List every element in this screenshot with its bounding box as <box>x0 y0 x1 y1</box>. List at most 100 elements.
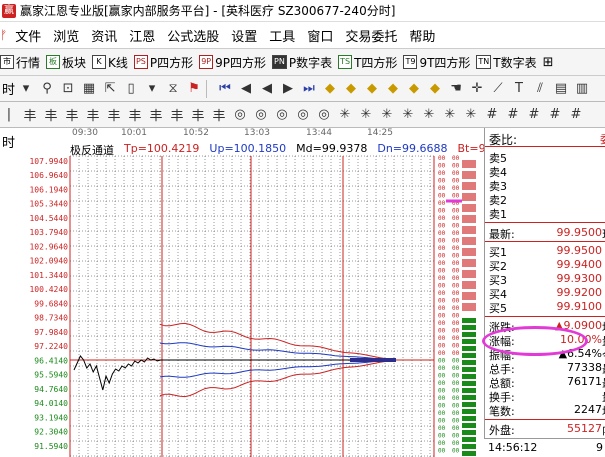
price-scale-label: 94.0140 <box>34 399 68 408</box>
percent-scale-label: 00 <box>438 208 446 215</box>
percent-scale-label: 00 <box>438 418 446 425</box>
weibi-tail: 委 <box>600 131 605 147</box>
9t-square-button[interactable]: T9 9T四方形 <box>403 54 470 71</box>
table-icon[interactable]: ▥ <box>573 79 591 99</box>
star-tool-icon[interactable]: ✳ <box>399 105 417 125</box>
gann-line-icon[interactable]: 丰 <box>126 105 144 125</box>
t-number-button[interactable]: TN T数字表 <box>476 54 537 71</box>
t-square-button[interactable]: TS T四方形 <box>338 54 397 71</box>
circle-tool-icon[interactable]: ◎ <box>252 105 270 125</box>
last-icon[interactable]: ⏭ <box>300 79 318 99</box>
price-scale-label: 95.5940 <box>34 371 68 380</box>
menu-window[interactable]: 窗口 <box>301 26 339 45</box>
star-tool-icon[interactable]: ✳ <box>357 105 375 125</box>
indicator-toolbar: | 丰 丰 丰 丰 丰 丰 丰 丰 丰 丰 ◎ ◎ ◎ ◎ ◎ ✳ ✳ ✳ ✳ … <box>0 102 605 128</box>
kline-button[interactable]: K K线 <box>92 54 128 71</box>
gann-line-icon[interactable]: 丰 <box>42 105 60 125</box>
hash-tool-icon[interactable]: # <box>546 105 564 125</box>
gann-line-icon[interactable]: 丰 <box>147 105 165 125</box>
volume-bar <box>462 346 476 351</box>
circle-tool-icon[interactable]: ◎ <box>273 105 291 125</box>
pointer-icon[interactable]: ⇱ <box>101 79 119 99</box>
menu-gann[interactable]: 江恩 <box>123 26 161 45</box>
menu-info[interactable]: 资讯 <box>85 26 123 45</box>
channel-line-1 <box>159 342 396 361</box>
diamond-icon[interactable]: ◆ <box>384 79 402 99</box>
star-tool-icon[interactable]: ✳ <box>462 105 480 125</box>
dropdown-arrow-icon[interactable]: ▾ <box>143 79 161 99</box>
price-line <box>73 355 161 391</box>
chart-zoom-icon[interactable]: ⊡ <box>59 79 77 99</box>
diamond-icon[interactable]: ◆ <box>321 79 339 99</box>
crosshair-icon[interactable]: ✛ <box>468 79 486 99</box>
gann-line-icon[interactable]: 丰 <box>210 105 228 125</box>
percent-scale-label: 00 <box>452 238 460 245</box>
time-label: 10:52 <box>183 128 209 138</box>
quotes-button[interactable]: 市 行情 <box>0 54 40 71</box>
star-tool-icon[interactable]: ✳ <box>336 105 354 125</box>
star-tool-icon[interactable]: ✳ <box>378 105 396 125</box>
sector-button[interactable]: 板 板块 <box>46 54 86 71</box>
diamond-icon[interactable]: ◆ <box>426 79 444 99</box>
hash-tool-icon[interactable]: # <box>567 105 585 125</box>
circle-tool-icon[interactable]: ◎ <box>315 105 333 125</box>
magnifier-icon[interactable]: ⚲ <box>38 79 56 99</box>
menu-formula[interactable]: 公式选股 <box>161 26 225 45</box>
price-scale-label: 106.1940 <box>29 185 68 194</box>
volume-bar <box>462 367 476 372</box>
toolbar-more-button[interactable]: ⊞ <box>543 55 554 70</box>
line-tool-icon[interactable]: | <box>0 105 18 125</box>
dropdown-arrow-icon[interactable]: ▾ <box>17 79 35 99</box>
menu-browse[interactable]: 浏览 <box>47 26 85 45</box>
menu-tools[interactable]: 工具 <box>263 26 301 45</box>
gann-line-icon[interactable]: 丰 <box>168 105 186 125</box>
percent-scale-label: 00 <box>452 193 460 200</box>
menu-file[interactable]: 文件 <box>9 26 47 45</box>
fan-lines-icon[interactable]: ⫽ <box>531 79 549 99</box>
period-label[interactable]: 时 <box>2 79 15 98</box>
t-number-label: T数字表 <box>493 55 537 70</box>
candle-icon[interactable]: ▯ <box>122 79 140 99</box>
hand-icon[interactable]: ☚ <box>447 79 465 99</box>
percent-scale-label: 00 <box>438 245 446 252</box>
hash-tool-icon[interactable]: # <box>483 105 501 125</box>
hash-tool-icon[interactable]: # <box>504 105 522 125</box>
calendar-icon[interactable]: ▤ <box>552 79 570 99</box>
flag-icon[interactable]: ⚑ <box>185 79 203 99</box>
diamond-icon[interactable]: ◆ <box>405 79 423 99</box>
intraday-chart[interactable]: 107.9940 106.9640 106.1940 105.3440 104.5440… <box>0 128 524 457</box>
9p-square-button[interactable]: 9P 9P四方形 <box>199 54 266 71</box>
prev-icon[interactable]: ◀ <box>237 79 255 99</box>
star-tool-icon[interactable]: ✳ <box>441 105 459 125</box>
hash-tool-icon[interactable]: # <box>525 105 543 125</box>
p-number-button[interactable]: PN P数字表 <box>272 54 332 71</box>
text-icon[interactable]: T <box>510 79 528 99</box>
amount-value: 76171 <box>567 375 602 388</box>
gann-line-icon[interactable]: 丰 <box>63 105 81 125</box>
diamond-icon[interactable]: ◆ <box>363 79 381 99</box>
star-tool-icon[interactable]: ✳ <box>420 105 438 125</box>
gann-line-icon[interactable]: 丰 <box>21 105 39 125</box>
gann-line-icon[interactable]: 丰 <box>189 105 207 125</box>
left-arrow-icon[interactable]: ◀ <box>258 79 276 99</box>
fan-icon[interactable]: ⟋ <box>489 79 507 99</box>
volume-bar <box>462 270 476 278</box>
app-menu-icon[interactable]: ᚠ <box>0 28 7 42</box>
diamond-icon[interactable]: ◆ <box>342 79 360 99</box>
gann-line-icon[interactable]: 丰 <box>84 105 102 125</box>
p-square-button[interactable]: PS P四方形 <box>133 54 193 71</box>
gann-square-icon[interactable]: ⧖ <box>164 79 182 99</box>
menu-settings[interactable]: 设置 <box>225 26 263 45</box>
menu-trade[interactable]: 交易委托 <box>339 26 403 45</box>
right-arrow-icon[interactable]: ▶ <box>279 79 297 99</box>
price-scale-label: 99.6840 <box>34 299 68 308</box>
first-icon[interactable]: ⏮ <box>216 79 234 99</box>
percent-scale-label: 00 <box>438 440 446 447</box>
volume-bar <box>462 193 476 201</box>
circle-tool-icon[interactable]: ◎ <box>294 105 312 125</box>
menu-help[interactable]: 帮助 <box>403 26 441 45</box>
gann-line-icon[interactable]: 丰 <box>105 105 123 125</box>
bar-chart-icon[interactable]: ▦ <box>80 79 98 99</box>
chart-canvas[interactable]: 107.9940 106.9640 106.1940 105.3440 104.5440… <box>0 128 484 457</box>
circle-tool-icon[interactable]: ◎ <box>231 105 249 125</box>
